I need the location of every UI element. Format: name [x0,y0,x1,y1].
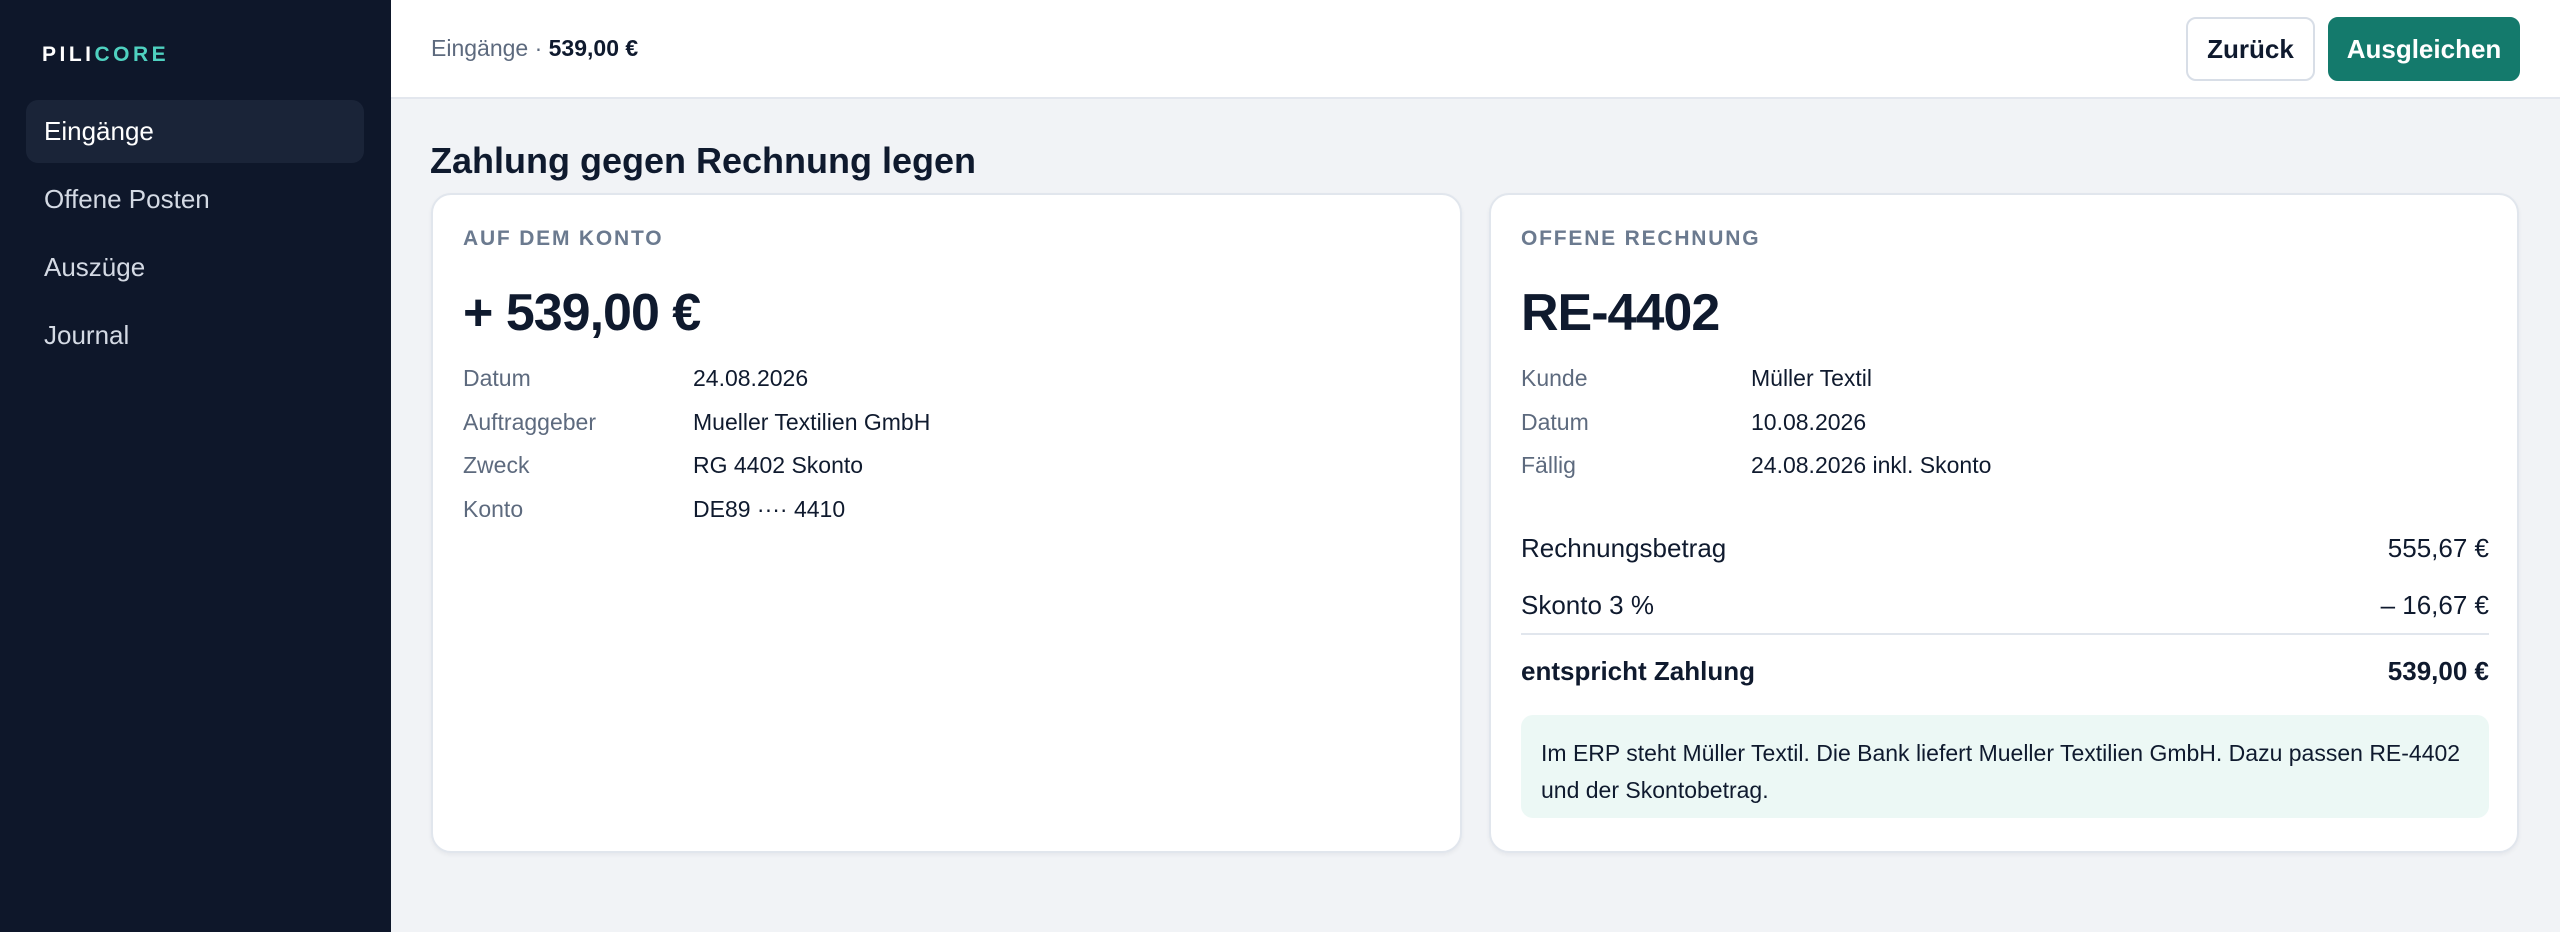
field-row: Datum 24.08.2026 [463,365,930,409]
field-row: Fällig 24.08.2026 inkl. Skonto [1521,452,1991,496]
summary-value: 555,67 € [2387,533,2489,563]
field-value: RG 4402 Skonto [693,452,864,478]
invoice-card: OFFENE RECHNUNG RE-4402 Kunde Müller Tex… [1489,193,2519,853]
field-value: 24.08.2026 [693,365,809,391]
field-value: 10.08.2026 [1751,408,1867,435]
summary-label: Rechnungsbetrag [1521,533,1727,563]
invoice-fields: Kunde Müller Textil Datum 10.08.2026 Fäl… [1521,365,1991,496]
brand-logo[interactable]: PILICORE [42,43,169,67]
page-title: Zahlung gegen Rechnung legen [430,140,977,181]
topbar: Eingänge · 539,00 € Zurück Ausgleichen [391,0,2560,99]
field-row: Kunde Müller Textil [1521,365,1991,409]
invoice-number: RE-4402 [1521,284,1720,342]
sidebar: PILICORE Eingänge Offene Posten Auszüge … [0,0,391,932]
summary-total-row: entspricht Zahlung 539,00 € [1521,635,2489,707]
summary-total-label: entspricht Zahlung [1521,655,1755,686]
sidebar-item-offene-posten[interactable]: Offene Posten [26,168,364,231]
summary-label: Skonto 3 % [1521,589,1654,620]
summary-value: – 16,67 € [2380,589,2489,620]
summary-row: Rechnungsbetrag 555,67 € [1521,520,2489,577]
brand-logo-text: PILI [42,43,95,66]
sidebar-nav: Eingänge Offene Posten Auszüge Journal [26,100,364,372]
field-key: Konto [463,495,524,522]
field-row: Konto DE89 ···· 4410 [463,496,930,540]
sidebar-item-journal[interactable]: Journal [26,304,364,367]
field-row: Datum 10.08.2026 [1521,409,1991,453]
invoice-summary: Rechnungsbetrag 555,67 € Skonto 3 % – 16… [1521,520,2489,707]
match-note: Im ERP steht Müller Textil. Die Bank lie… [1521,715,2489,818]
field-value: DE89 ···· 4410 [693,495,846,522]
breadcrumb: Eingänge · 539,00 € [431,35,638,62]
breadcrumb-amount: 539,00 € [548,35,639,61]
field-row: Auftraggeber Mueller Textilien GmbH [463,409,930,453]
sidebar-item-auszuege[interactable]: Auszüge [26,236,364,299]
account-card: AUF DEM KONTO + 539,00 € Datum 24.08.202… [431,193,1462,853]
settle-button[interactable]: Ausgleichen [2328,17,2520,81]
field-key: Auftraggeber [463,408,596,435]
field-value: Mueller Textilien GmbH [693,408,931,435]
breadcrumb-label: Eingänge · [431,35,549,61]
invoice-card-label: OFFENE RECHNUNG [1521,227,1761,250]
field-key: Datum [1521,408,1589,435]
account-amount: + 539,00 € [463,284,701,342]
summary-row: Skonto 3 % – 16,67 € [1521,577,2489,635]
field-key: Fällig [1521,452,1576,478]
account-fields: Datum 24.08.2026 Auftraggeber Mueller Te… [463,365,930,539]
field-key: Datum [463,365,531,391]
field-row: Zweck RG 4402 Skonto [463,452,930,496]
field-key: Kunde [1521,365,1588,391]
field-key: Zweck [463,452,530,478]
brand-logo-accent: CORE [94,43,170,66]
summary-total-value: 539,00 € [2387,655,2489,686]
field-value: 24.08.2026 inkl. Skonto [1751,452,1992,478]
back-button[interactable]: Zurück [2186,17,2315,81]
account-card-label: AUF DEM KONTO [463,227,664,250]
sidebar-item-eingaenge[interactable]: Eingänge [26,100,364,163]
field-value: Müller Textil [1751,365,1872,391]
